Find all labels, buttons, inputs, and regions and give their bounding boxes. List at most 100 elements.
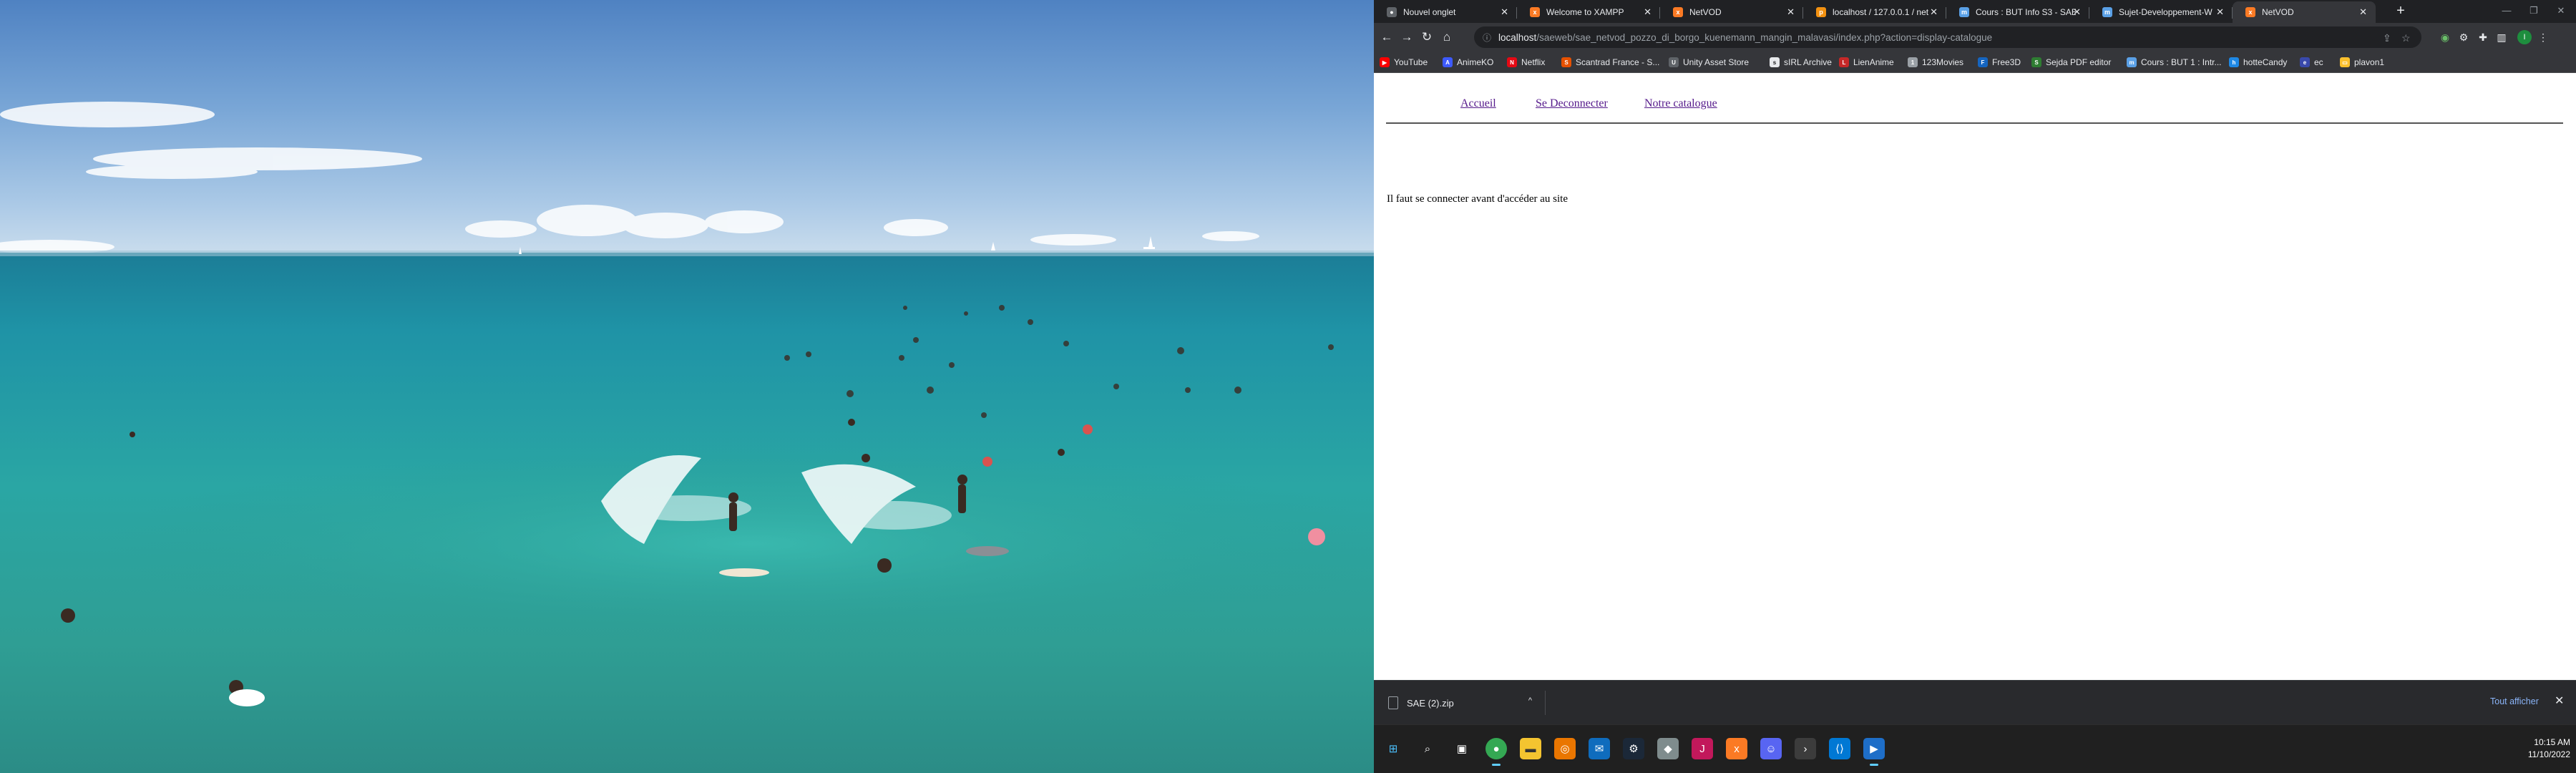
bookmark-label: ec (2314, 57, 2323, 67)
mail-icon[interactable]: ✉ (1589, 738, 1610, 759)
minimize-button[interactable]: — (2494, 3, 2519, 20)
xampp-icon: x (2245, 7, 2255, 17)
bookmark-youtube[interactable]: ▶ YouTube (1380, 56, 1428, 69)
chrome-icon[interactable]: ● (1485, 738, 1507, 766)
search-icon[interactable]: ⌕ (1417, 738, 1438, 759)
show-all-downloads-link[interactable]: Tout afficher (2490, 696, 2539, 706)
puzzle-extensions-icon[interactable]: ✚ (2476, 30, 2490, 44)
bookmark-cours-but1[interactable]: m Cours : BUT 1 : Intr... (2127, 56, 2221, 69)
clock-time: 10:15 AM (2534, 737, 2570, 747)
bookmark-ec[interactable]: e ec (2300, 56, 2323, 69)
download-item[interactable]: SAE (2).zip ^ (1388, 691, 1546, 715)
login-required-message: Il faut se connecter avant d'accéder au … (1387, 193, 1568, 205)
back-icon[interactable]: ← (1378, 29, 1395, 46)
browser-window: ● Nouvel onglet ✕ x Welcome to XAMPP ✕ x… (1374, 0, 2576, 773)
app-icon[interactable]: ◆ (1657, 738, 1679, 759)
tab-4[interactable]: m Cours : BUT Info S3 - SAE ✕ (1946, 1, 2089, 23)
task-view-icon[interactable]: ▣ (1451, 738, 1473, 759)
info-icon[interactable]: ⓘ (1483, 31, 1491, 44)
close-icon[interactable]: ✕ (1930, 6, 1938, 18)
bookmark-star-icon[interactable]: ☆ (2401, 32, 2411, 44)
vscode-icon[interactable]: ⟨⟩ (1829, 738, 1850, 759)
site-navigation: Accueil Se Deconnecter Notre catalogue (1386, 93, 2563, 124)
close-icon[interactable]: ✕ (2073, 6, 2081, 18)
file-explorer-icon[interactable]: ▬ (1520, 738, 1541, 759)
tab-label: NetVOD (1689, 7, 1722, 17)
xampp-icon: x (1530, 7, 1540, 17)
bookmark-netflix[interactable]: N Netflix (1507, 56, 1545, 69)
close-icon[interactable]: ✕ (2359, 6, 2367, 18)
tab-label: Sujet-Developpement-W (2119, 7, 2212, 17)
windows-start-icon[interactable]: ⊞ (1382, 738, 1404, 759)
reload-icon[interactable]: ↻ (1418, 29, 1435, 46)
phpmyadmin-icon: p (1816, 7, 1826, 17)
bookmark-lienanime[interactable]: L LienAnime (1839, 56, 1894, 69)
bookmark-label: Free3D (1992, 57, 2021, 67)
bookmark-plavon1[interactable]: ▭ plavon1 (2340, 56, 2384, 69)
bookmark-animeko[interactable]: A AnimeKO (1443, 56, 1493, 69)
home-icon[interactable]: ⌂ (1438, 29, 1455, 46)
download-shelf: SAE (2).zip ^ Tout afficher ✕ (1374, 680, 2576, 724)
bookmark-123movies[interactable]: 1 123Movies (1908, 56, 1963, 69)
side-panel-icon[interactable]: ▥ (2494, 30, 2509, 44)
bookmark-label: YouTube (1394, 57, 1428, 67)
netflix-icon: N (1507, 57, 1517, 67)
unity-icon: U (1669, 57, 1679, 67)
bookmark-free3d[interactable]: F Free3D (1978, 56, 2021, 69)
bookmark-label: Netflix (1521, 57, 1546, 67)
tab-5[interactable]: m Sujet-Developpement-W ✕ (2089, 1, 2233, 23)
close-icon[interactable]: ✕ (1644, 6, 1652, 18)
profile-avatar[interactable]: I (2517, 30, 2532, 44)
settings-gear-icon[interactable]: ⚙ (2457, 30, 2471, 44)
bookmark-sirl-archive[interactable]: s sIRL Archive (1770, 56, 1832, 69)
nav-link-notre-catalogue[interactable]: Notre catalogue (1644, 97, 1717, 110)
bookmark-label: Scantrad France - S... (1576, 57, 1660, 67)
movies-icon: 1 (1908, 57, 1918, 67)
tab-label: Nouvel onglet (1403, 7, 1456, 17)
nav-link-se-deconnecter[interactable]: Se Deconnecter (1536, 97, 1608, 110)
close-icon[interactable]: ✕ (2555, 694, 2564, 708)
terminal-icon[interactable]: › (1795, 738, 1816, 759)
jetbrains-icon[interactable]: J (1692, 738, 1713, 759)
steam-icon[interactable]: ⚙ (1623, 738, 1644, 759)
address-bar[interactable]: ⓘ localhost/saeweb/sae_netvod_pozzo_di_b… (1474, 26, 2421, 48)
close-icon[interactable]: ✕ (1787, 6, 1795, 18)
bookmark-sejda[interactable]: S Sejda PDF editor (2031, 56, 2111, 69)
bookmark-label: sIRL Archive (1784, 57, 1832, 67)
archive-icon: s (1770, 57, 1780, 67)
xampp-icon[interactable]: x (1726, 738, 1747, 759)
close-icon[interactable]: ✕ (2216, 6, 2224, 18)
blender-icon[interactable]: ◎ (1554, 738, 1576, 759)
bookmark-hottecandy[interactable]: h hotteCandy (2229, 56, 2287, 69)
chevron-up-icon[interactable]: ^ (1528, 696, 1532, 705)
tab-3[interactable]: p localhost / 127.0.0.1 / net ✕ (1803, 1, 1946, 23)
tab-strip: ● Nouvel onglet ✕ x Welcome to XAMPP ✕ x… (1374, 0, 2576, 23)
moodle-icon: m (2127, 57, 2137, 67)
animeko-icon: A (1443, 57, 1453, 67)
extension-icon[interactable]: ◉ (2438, 30, 2452, 44)
discord-icon[interactable]: ☺ (1760, 738, 1782, 759)
bookmark-unity[interactable]: U Unity Asset Store (1669, 56, 1749, 69)
new-tab-button[interactable]: + (2392, 3, 2409, 20)
close-window-button[interactable]: ✕ (2548, 3, 2574, 20)
bookmark-label: 123Movies (1922, 57, 1964, 67)
tab-1[interactable]: x Welcome to XAMPP ✕ (1517, 1, 1660, 23)
bookmark-label: AnimeKO (1457, 57, 1494, 67)
xampp-icon: x (1673, 7, 1683, 17)
close-icon[interactable]: ✕ (1501, 6, 1508, 18)
sejda-icon: S (2031, 57, 2041, 67)
system-clock[interactable]: 10:15 AM 11/10/2022 (2519, 736, 2570, 761)
forward-icon[interactable]: → (1398, 29, 1415, 46)
nav-link-accueil[interactable]: Accueil (1460, 97, 1496, 110)
tab-0[interactable]: ● Nouvel onglet ✕ (1374, 1, 1517, 23)
media-icon[interactable]: ▶ (1863, 738, 1885, 766)
maximize-button[interactable]: ❐ (2521, 3, 2547, 20)
bookmark-scantrad[interactable]: S Scantrad France - S... (1561, 56, 1659, 69)
menu-kebab-icon[interactable]: ⋮ (2536, 30, 2550, 44)
lienanime-icon: L (1839, 57, 1849, 67)
tab-6-active[interactable]: x NetVOD ✕ (2233, 1, 2376, 23)
clock-date: 11/10/2022 (2527, 749, 2570, 759)
moodle-icon: m (1959, 7, 1969, 17)
share-icon[interactable]: ⇪ (2383, 32, 2391, 44)
tab-2[interactable]: x NetVOD ✕ (1660, 1, 1803, 23)
